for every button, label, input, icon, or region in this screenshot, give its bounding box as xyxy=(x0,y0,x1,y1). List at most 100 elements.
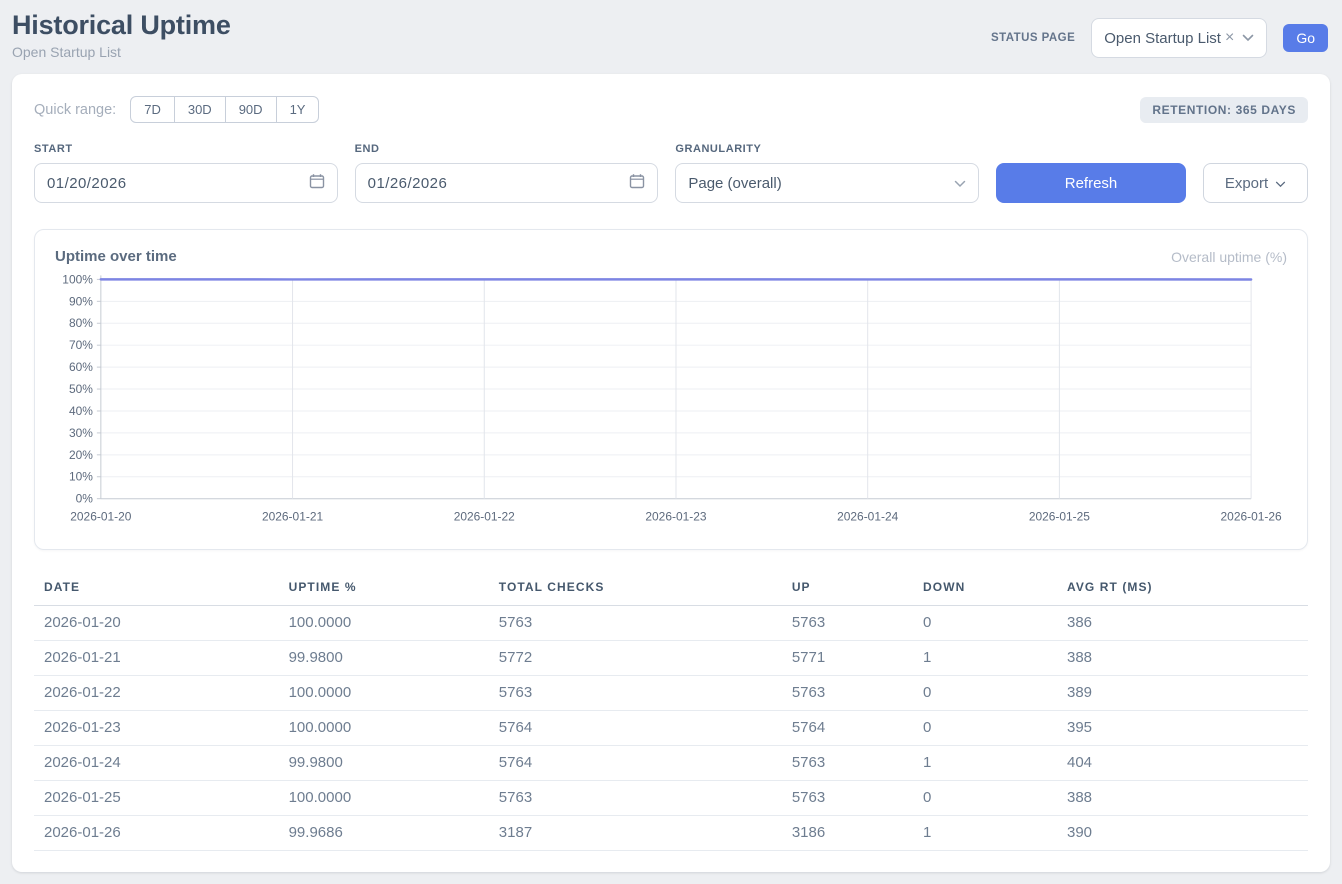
chevron-down-icon xyxy=(1242,29,1254,47)
table-cell: 2026-01-24 xyxy=(34,746,279,781)
svg-text:80%: 80% xyxy=(69,316,93,330)
svg-text:0%: 0% xyxy=(76,492,94,506)
table-cell: 0 xyxy=(913,606,1057,641)
table-cell: 3186 xyxy=(782,816,913,851)
quick-range-buttons: 7D 30D 90D 1Y xyxy=(130,96,319,123)
granularity-field-group: GRANULARITY Page (overall) xyxy=(675,143,979,203)
svg-text:20%: 20% xyxy=(69,448,93,462)
table-row: 2026-01-22100.0000576357630389 xyxy=(34,676,1308,711)
retention-badge: RETENTION: 365 DAYS xyxy=(1140,97,1308,123)
table-row: 2026-01-20100.0000576357630386 xyxy=(34,606,1308,641)
filter-form-row: START 01/20/2026 END 01/26/2026 GRANULAR… xyxy=(34,143,1308,203)
svg-text:90%: 90% xyxy=(69,294,93,308)
table-cell: 3187 xyxy=(489,816,782,851)
table-cell: 5771 xyxy=(782,641,913,676)
table-cell: 0 xyxy=(913,676,1057,711)
calendar-icon[interactable] xyxy=(309,173,325,193)
table-cell: 100.0000 xyxy=(279,711,489,746)
uptime-table: DATE UPTIME % TOTAL CHECKS UP DOWN AVG R… xyxy=(34,574,1308,851)
table-cell: 5764 xyxy=(489,711,782,746)
quick-range-label: Quick range: xyxy=(34,102,116,118)
table-cell: 99.9800 xyxy=(279,746,489,781)
chevron-down-icon xyxy=(1275,175,1286,192)
svg-text:2026-01-22: 2026-01-22 xyxy=(454,510,515,524)
page-subtitle: Open Startup List xyxy=(12,44,231,60)
end-date-field-group: END 01/26/2026 xyxy=(355,143,659,203)
table-cell: 1 xyxy=(913,816,1057,851)
table-cell: 5763 xyxy=(489,781,782,816)
table-row: 2026-01-25100.0000576357630388 xyxy=(34,781,1308,816)
col-header-total-checks: TOTAL CHECKS xyxy=(489,574,782,606)
chart-legend-label: Overall uptime (%) xyxy=(1171,249,1287,265)
quick-range-group: Quick range: 7D 30D 90D 1Y xyxy=(34,96,319,123)
quick-range-30d-button[interactable]: 30D xyxy=(174,96,226,123)
table-cell: 5763 xyxy=(782,676,913,711)
table-row: 2026-01-2499.9800576457631404 xyxy=(34,746,1308,781)
end-date-value: 01/26/2026 xyxy=(368,175,448,192)
svg-text:2026-01-23: 2026-01-23 xyxy=(645,510,706,524)
main-panel: Quick range: 7D 30D 90D 1Y RETENTION: 36… xyxy=(12,74,1330,872)
table-cell: 5763 xyxy=(489,676,782,711)
table-cell: 100.0000 xyxy=(279,676,489,711)
granularity-value: Page (overall) xyxy=(688,175,781,192)
table-cell: 1 xyxy=(913,641,1057,676)
page-header: Historical Uptime Open Startup List STAT… xyxy=(0,0,1342,60)
svg-text:2026-01-21: 2026-01-21 xyxy=(262,510,323,524)
export-button[interactable]: Export xyxy=(1203,163,1308,203)
svg-text:30%: 30% xyxy=(69,426,93,440)
go-button[interactable]: Go xyxy=(1283,24,1328,52)
table-cell: 395 xyxy=(1057,711,1308,746)
quick-range-90d-button[interactable]: 90D xyxy=(225,96,277,123)
quick-range-7d-button[interactable]: 7D xyxy=(130,96,175,123)
table-cell: 404 xyxy=(1057,746,1308,781)
status-page-label: STATUS PAGE xyxy=(991,32,1075,44)
svg-text:2026-01-25: 2026-01-25 xyxy=(1029,510,1090,524)
table-cell: 5772 xyxy=(489,641,782,676)
quick-range-row: Quick range: 7D 30D 90D 1Y RETENTION: 36… xyxy=(34,96,1308,123)
uptime-line-chart: 0%10%20%30%40%50%60%70%80%90%100%2026-01… xyxy=(55,269,1287,537)
svg-text:40%: 40% xyxy=(69,404,93,418)
end-date-label: END xyxy=(355,143,659,155)
table-cell: 5763 xyxy=(782,746,913,781)
col-header-date: DATE xyxy=(34,574,279,606)
start-date-value: 01/20/2026 xyxy=(47,175,127,192)
table-row: 2026-01-23100.0000576457640395 xyxy=(34,711,1308,746)
chevron-down-icon xyxy=(954,175,966,192)
table-header-row: DATE UPTIME % TOTAL CHECKS UP DOWN AVG R… xyxy=(34,574,1308,606)
table-cell: 2026-01-26 xyxy=(34,816,279,851)
col-header-up: UP xyxy=(782,574,913,606)
start-date-label: START xyxy=(34,143,338,155)
svg-text:2026-01-24: 2026-01-24 xyxy=(837,510,898,524)
svg-text:10%: 10% xyxy=(69,470,93,484)
end-date-input[interactable]: 01/26/2026 xyxy=(355,163,659,203)
table-cell: 388 xyxy=(1057,781,1308,816)
table-row: 2026-01-2699.9686318731861390 xyxy=(34,816,1308,851)
table-cell: 2026-01-25 xyxy=(34,781,279,816)
table-cell: 5764 xyxy=(489,746,782,781)
table-cell: 2026-01-20 xyxy=(34,606,279,641)
calendar-icon[interactable] xyxy=(629,173,645,193)
table-cell: 1 xyxy=(913,746,1057,781)
table-cell: 388 xyxy=(1057,641,1308,676)
refresh-button[interactable]: Refresh xyxy=(996,163,1186,203)
granularity-label: GRANULARITY xyxy=(675,143,979,155)
quick-range-1y-button[interactable]: 1Y xyxy=(276,96,320,123)
status-page-select[interactable]: Open Startup List × xyxy=(1091,18,1267,58)
table-cell: 5763 xyxy=(782,606,913,641)
table-cell: 5763 xyxy=(489,606,782,641)
table-cell: 389 xyxy=(1057,676,1308,711)
table-cell: 5764 xyxy=(782,711,913,746)
clear-selection-icon[interactable]: × xyxy=(1225,30,1234,46)
table-cell: 99.9800 xyxy=(279,641,489,676)
col-header-avg-rt: AVG RT (MS) xyxy=(1057,574,1308,606)
svg-text:2026-01-20: 2026-01-20 xyxy=(70,510,131,524)
table-cell: 390 xyxy=(1057,816,1308,851)
granularity-select[interactable]: Page (overall) xyxy=(675,163,979,203)
svg-text:60%: 60% xyxy=(69,360,93,374)
table-cell: 0 xyxy=(913,711,1057,746)
start-date-field-group: START 01/20/2026 xyxy=(34,143,338,203)
table-cell: 2026-01-21 xyxy=(34,641,279,676)
export-button-label: Export xyxy=(1225,175,1268,192)
table-cell: 100.0000 xyxy=(279,606,489,641)
start-date-input[interactable]: 01/20/2026 xyxy=(34,163,338,203)
